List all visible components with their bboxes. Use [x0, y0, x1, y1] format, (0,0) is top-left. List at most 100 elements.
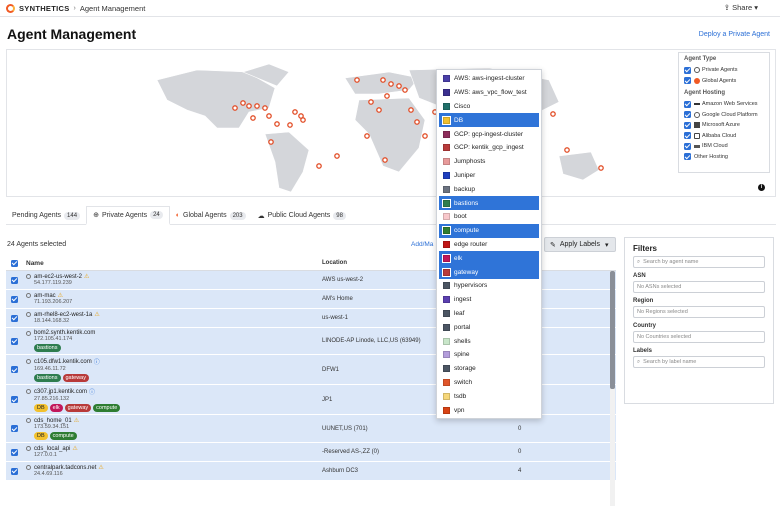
column-header-name[interactable]: Name: [26, 258, 322, 269]
row-checkbox[interactable]: [6, 443, 26, 461]
agent-pin[interactable]: [240, 100, 246, 106]
agent-pin[interactable]: [287, 122, 293, 128]
tab-private-agents[interactable]: ⊕ Private Agents 24: [86, 206, 170, 225]
label-option[interactable]: bastions: [439, 196, 539, 210]
agent-name[interactable]: am-mac: [34, 293, 56, 299]
checkbox-checked-icon[interactable]: [684, 153, 691, 161]
label-option[interactable]: shells: [437, 334, 541, 348]
agent-pin[interactable]: [354, 77, 360, 83]
tab-pending-agents[interactable]: Pending Agents 144: [6, 206, 86, 225]
label-option[interactable]: DB: [439, 113, 539, 128]
agent-pin[interactable]: [550, 111, 556, 117]
agent-pin[interactable]: [364, 133, 370, 139]
brand-name[interactable]: SYNTHETICS: [19, 4, 70, 13]
legend-gcp[interactable]: Google Cloud Platform: [684, 110, 764, 121]
checkbox-checked-icon[interactable]: [11, 396, 18, 403]
label-option[interactable]: GCP: gcp-ingest-cluster: [437, 127, 541, 141]
row-checkbox[interactable]: [6, 290, 26, 308]
legend-alibaba[interactable]: Alibaba Cloud: [684, 131, 764, 142]
agent-pin[interactable]: [422, 133, 428, 139]
agent-pin[interactable]: [388, 81, 394, 87]
checkbox-checked-icon[interactable]: [684, 121, 691, 129]
deploy-private-agent-link[interactable]: Deploy a Private Agent: [699, 31, 770, 38]
label-option[interactable]: tsdb: [437, 389, 541, 403]
agent-pin[interactable]: [300, 117, 306, 123]
checkbox-checked-icon[interactable]: [11, 259, 18, 267]
label-option[interactable]: Cisco: [437, 100, 541, 114]
row-checkbox[interactable]: [6, 415, 26, 442]
legend-other-hosting[interactable]: Other Hosting: [684, 152, 764, 163]
agent-pin[interactable]: [250, 115, 256, 121]
country-select[interactable]: No Countries selected: [633, 331, 765, 343]
agent-pin[interactable]: [232, 105, 238, 111]
label-tag[interactable]: compute: [49, 432, 77, 440]
row-checkbox[interactable]: [6, 309, 26, 327]
label-option[interactable]: compute: [439, 223, 539, 238]
label-option[interactable]: Jumphosts: [437, 155, 541, 169]
legend-global-agents[interactable]: Global Agents: [684, 76, 764, 87]
select-all-checkbox[interactable]: [6, 259, 26, 267]
checkbox-checked-icon[interactable]: [11, 425, 18, 432]
agent-pin[interactable]: [598, 165, 604, 171]
label-option[interactable]: boot: [437, 210, 541, 224]
agent-pin[interactable]: [368, 99, 374, 105]
agent-name[interactable]: c105.dfw1.kentik.com: [34, 359, 92, 365]
checkbox-checked-icon[interactable]: [11, 448, 18, 456]
agent-pin[interactable]: [268, 139, 274, 145]
label-option[interactable]: edge router: [437, 238, 541, 252]
table-row[interactable]: cds_local_api ⚠ 127.0.0.1 -Reserved AS-,…: [6, 443, 616, 462]
table-row[interactable]: centralpark.tadcons.net ⚠ 24.4.69.116 As…: [6, 462, 616, 481]
label-tag[interactable]: DB: [34, 404, 48, 412]
label-tag[interactable]: gateway: [64, 404, 92, 412]
checkbox-checked-icon[interactable]: [11, 276, 18, 284]
agent-pin[interactable]: [246, 103, 252, 109]
checkbox-checked-icon[interactable]: [11, 366, 18, 373]
agent-pin[interactable]: [564, 147, 570, 153]
agent-pin[interactable]: [316, 163, 322, 169]
scrollbar-thumb[interactable]: [610, 271, 615, 389]
agent-name[interactable]: cds_local_api: [34, 446, 70, 452]
agent-name[interactable]: cds_home_01: [34, 418, 72, 424]
agent-name[interactable]: c307.jp1.kentik.com: [34, 389, 87, 395]
agent-pin[interactable]: [262, 105, 268, 111]
label-search-input[interactable]: ⌕ Search by label name: [633, 356, 765, 368]
legend-ibm[interactable]: IBM Cloud: [684, 141, 764, 152]
agent-name[interactable]: am-rhel8-ec2-west-1a: [34, 312, 92, 318]
checkbox-checked-icon[interactable]: [11, 295, 18, 303]
label-tag[interactable]: bastions: [34, 344, 61, 352]
label-option[interactable]: gateway: [439, 265, 539, 279]
legend-private-agents[interactable]: Private Agents: [684, 65, 764, 76]
label-option[interactable]: hypervisors: [437, 279, 541, 293]
agent-search-input[interactable]: ⌕ Search by agent name: [633, 256, 765, 268]
row-checkbox[interactable]: [6, 328, 26, 354]
label-tag[interactable]: gateway: [62, 374, 89, 382]
apply-labels-button[interactable]: ✎ Apply Labels ▾: [544, 237, 616, 252]
label-option[interactable]: storage: [437, 362, 541, 376]
checkbox-checked-icon[interactable]: [684, 77, 691, 85]
label-option[interactable]: AWS: aws_vpc_flow_test: [437, 86, 541, 100]
agent-pin[interactable]: [396, 83, 402, 89]
label-option[interactable]: elk: [439, 251, 539, 266]
tab-public-cloud-agents[interactable]: ☁ Public Cloud Agents 98: [252, 206, 352, 225]
add-manage-link[interactable]: Add/Ma: [411, 241, 433, 248]
label-option[interactable]: spine: [437, 348, 541, 362]
breadcrumb[interactable]: Agent Management: [80, 4, 145, 13]
label-tag[interactable]: bastions: [34, 374, 61, 382]
agent-name[interactable]: centralpark.tadcons.net: [34, 465, 96, 471]
label-option[interactable]: leaf: [437, 307, 541, 321]
agent-pin[interactable]: [376, 107, 382, 113]
checkbox-checked-icon[interactable]: [11, 467, 18, 475]
checkbox-checked-icon[interactable]: [684, 142, 691, 150]
label-tag[interactable]: DB: [34, 432, 48, 440]
agent-pin[interactable]: [414, 119, 420, 125]
region-select[interactable]: No Regions selected: [633, 306, 765, 318]
checkbox-checked-icon[interactable]: [11, 337, 18, 345]
checkbox-checked-icon[interactable]: [11, 314, 18, 322]
agent-pin[interactable]: [402, 87, 408, 93]
legend-aws[interactable]: Amazon Web Services: [684, 99, 764, 110]
checkbox-checked-icon[interactable]: [684, 111, 691, 119]
table-scrollbar[interactable]: [610, 271, 615, 506]
asn-select[interactable]: No ASNs selected: [633, 281, 765, 293]
checkbox-checked-icon[interactable]: [684, 100, 691, 108]
tab-global-agents[interactable]: ◐ Global Agents 203: [170, 206, 252, 225]
